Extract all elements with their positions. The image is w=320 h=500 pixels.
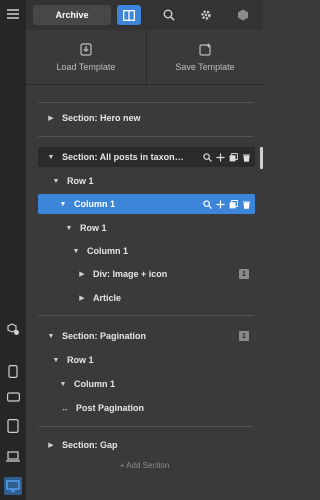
caret-down-icon[interactable]: ▼ [71, 248, 81, 255]
dotted-divider [38, 102, 253, 103]
hamburger-menu-icon[interactable] [4, 5, 22, 23]
caret-right-icon[interactable]: ▶ [46, 441, 56, 449]
dotted-divider [38, 315, 253, 316]
dotted-divider [38, 136, 253, 137]
duplicate-icon[interactable] [229, 199, 238, 209]
add-icon[interactable] [216, 152, 225, 162]
mobile-landscape-icon[interactable] [4, 388, 22, 406]
caret-down-icon[interactable]: ▼ [51, 178, 61, 185]
add-icon[interactable] [216, 199, 225, 209]
caret-down-icon[interactable]: ▼ [51, 357, 61, 364]
template-actions: Load Template Save Template [26, 30, 263, 85]
tab-archive[interactable]: Archive [33, 5, 111, 25]
caret-down-icon[interactable]: ▼ [46, 333, 56, 340]
tree-item-column-selected[interactable]: ▼ Column 1 [38, 194, 255, 214]
load-template-button[interactable]: Load Template [26, 30, 146, 84]
caret-right-icon[interactable]: ▶ [46, 114, 56, 122]
load-template-icon [80, 42, 92, 56]
tree-item-label: Post Pagination [76, 403, 145, 413]
structure-panel-icon[interactable] [117, 5, 141, 25]
tree-item-article[interactable]: ▶ Article [38, 288, 255, 308]
duplicate-icon[interactable] [229, 152, 238, 162]
tree-item-label: Row 1 [80, 223, 107, 233]
tree-item-label: Column 1 [87, 246, 129, 256]
tree-item-column[interactable]: ▼ Column 1 [38, 241, 255, 261]
plugin-logo-icon[interactable] [231, 5, 255, 25]
caret-down-icon[interactable]: ▼ [64, 225, 74, 232]
dotted-divider [38, 426, 253, 427]
tree-item-label: Section: Pagination [62, 331, 147, 341]
add-component-icon[interactable] [4, 320, 22, 338]
search-icon[interactable] [157, 5, 181, 25]
add-section-button[interactable]: + Add Section [26, 458, 263, 472]
tree-item-row[interactable]: ▼ Row 1 [38, 171, 255, 191]
tree-item-label: Column 1 [74, 199, 116, 209]
caret-down-icon[interactable]: ▼ [58, 381, 68, 388]
tree-item-label: Section: All posts in taxon… [62, 152, 184, 162]
count-badge: 1 [239, 331, 249, 341]
tree-item-post-pagination[interactable]: ↔ Post Pagination [38, 398, 255, 418]
tree-item-section-posts[interactable]: ▼ Section: All posts in taxon… [38, 147, 255, 167]
row-actions [203, 147, 251, 167]
tablet-device-icon[interactable] [4, 417, 22, 435]
left-rail [0, 0, 26, 500]
tree-item-row[interactable]: ▼ Row 1 [38, 218, 255, 238]
tree-item-div-image-icon[interactable]: ▶ Div: Image + icon 1 [38, 264, 255, 284]
delete-icon[interactable] [242, 200, 251, 209]
desktop-device-icon[interactable] [4, 477, 22, 495]
tree-item-section-hero[interactable]: ▶ Section: Hero new [38, 108, 255, 128]
tree-item-label: Column 1 [74, 379, 116, 389]
scrollbar-thumb[interactable] [260, 147, 263, 169]
top-toolbar: Archive [26, 0, 263, 31]
tree-item-label: Article [93, 293, 122, 303]
tree-item-section-pagination[interactable]: ▼ Section: Pagination 1 [38, 326, 255, 346]
search-icon[interactable] [203, 199, 212, 209]
save-template-icon [198, 43, 211, 56]
tree-item-label: Row 1 [67, 355, 94, 365]
gear-icon[interactable] [194, 5, 218, 25]
delete-icon[interactable] [242, 153, 251, 162]
caret-down-icon[interactable]: ▼ [46, 154, 56, 161]
move-arrows-icon: ↔ [61, 403, 69, 413]
tree-item-label: Div: Image + icon [93, 269, 168, 279]
search-icon[interactable] [203, 152, 212, 162]
tree-item-row[interactable]: ▼ Row 1 [38, 350, 255, 370]
save-template-label: Save Template [175, 61, 235, 72]
tree-item-label: Section: Gap [62, 440, 118, 450]
save-template-button[interactable]: Save Template [147, 30, 263, 84]
mobile-device-icon[interactable] [4, 362, 22, 380]
caret-right-icon[interactable]: ▶ [77, 294, 87, 302]
count-badge: 1 [239, 269, 249, 279]
row-actions [203, 194, 251, 214]
tree-item-label: Row 1 [67, 176, 94, 186]
tree-item-column[interactable]: ▼ Column 1 [38, 374, 255, 394]
tree-item-section-gap[interactable]: ▶ Section: Gap [38, 435, 255, 455]
caret-right-icon[interactable]: ▶ [77, 270, 87, 278]
caret-down-icon[interactable]: ▼ [58, 201, 68, 208]
tree-item-label: Section: Hero new [62, 113, 141, 123]
load-template-label: Load Template [56, 61, 116, 72]
laptop-device-icon[interactable] [4, 447, 22, 465]
